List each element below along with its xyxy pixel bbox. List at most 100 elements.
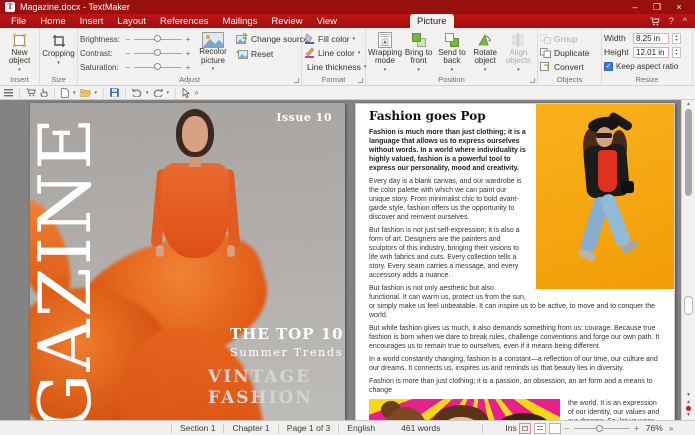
recolor-picture-button[interactable]: Recolor picture ▾ xyxy=(192,32,234,74)
convert-button[interactable]: Convert xyxy=(540,60,599,73)
contrast-slider[interactable]: Contrast: – + xyxy=(80,46,192,60)
status-insert-mode[interactable]: Ins xyxy=(505,423,516,433)
maximize-button[interactable]: ❐ xyxy=(646,0,668,14)
position-dialog-launcher[interactable] xyxy=(530,78,535,83)
view-page-layout-button[interactable] xyxy=(519,423,531,434)
tab-view[interactable]: View xyxy=(310,14,344,28)
status-word-count[interactable]: 461 words xyxy=(401,423,440,433)
new-document-icon[interactable] xyxy=(61,88,69,98)
scrollbar-thumb[interactable] xyxy=(685,109,692,196)
new-object-button[interactable]: New object ▾ xyxy=(2,30,37,74)
tab-mailings[interactable]: Mailings xyxy=(216,14,265,28)
zoom-slider[interactable] xyxy=(574,424,630,433)
touch-mode-icon[interactable] xyxy=(40,88,48,97)
status-bar: Section 1 Chapter 1 Page 1 of 3 English … xyxy=(0,420,695,435)
cover-masthead: MAGAZINE xyxy=(30,103,100,420)
cart-icon[interactable] xyxy=(26,88,36,97)
minimize-button[interactable]: – xyxy=(624,0,646,14)
vertical-scrollbar[interactable]: ▲ ▼ ▲ ▼ xyxy=(681,100,695,420)
article-closing-lead[interactable]: Fashion is more than just clothing; it i… xyxy=(369,377,662,395)
view-fullscreen-button[interactable] xyxy=(549,423,561,434)
scroll-up-arrow-icon[interactable]: ▲ xyxy=(682,101,695,107)
cropping-button[interactable]: Cropping ▾ xyxy=(42,30,75,74)
help-icon[interactable]: ? xyxy=(669,14,674,28)
height-stepper[interactable]: ▲ ▼ xyxy=(672,47,681,58)
change-source-icon xyxy=(236,33,248,44)
view-continuous-button[interactable] xyxy=(534,423,546,434)
keep-aspect-checkbox[interactable]: ✓ xyxy=(604,62,613,71)
tab-references[interactable]: References xyxy=(153,14,216,28)
fill-color-button[interactable]: Fill color ▾ xyxy=(304,32,363,45)
cover-feature-subtitle: Summer Trends xyxy=(230,345,344,359)
cart-icon[interactable] xyxy=(650,17,660,26)
close-button[interactable]: × xyxy=(668,0,690,14)
chevron-down-icon: ▾ xyxy=(384,66,387,75)
line-thickness-button[interactable]: Line thickness ▾ xyxy=(304,60,363,73)
ribbon-group-position: Wrapping mode ▾ Bring to front ▾ xyxy=(366,28,538,85)
browse-next-icon[interactable]: ▼ xyxy=(686,412,691,418)
save-icon[interactable] xyxy=(110,88,119,97)
tab-picture-active[interactable]: Picture xyxy=(410,14,454,28)
brightness-slider[interactable]: Brightness: – + xyxy=(80,32,192,46)
width-stepper[interactable]: ▲ ▼ xyxy=(672,33,681,44)
tab-layout[interactable]: Layout xyxy=(110,14,153,28)
window-title: Magazine.docx - TextMaker xyxy=(20,2,130,12)
duplicate-icon xyxy=(540,48,551,58)
tab-home[interactable]: Home xyxy=(33,14,72,28)
group-label-position: Position xyxy=(366,75,537,84)
tab-insert[interactable]: Insert xyxy=(73,14,111,28)
line-color-button[interactable]: Line color ▾ xyxy=(304,46,363,59)
contrast-thumb[interactable] xyxy=(154,49,161,56)
brightness-thumb[interactable] xyxy=(154,35,161,42)
status-section[interactable]: Section 1 xyxy=(180,423,215,433)
cover-feature-block: THE TOP 10 Summer Trends xyxy=(230,325,344,359)
toolbar-overflow-icon[interactable]: » xyxy=(194,88,198,97)
page-article[interactable]: Fashion goes Pop Fashion is much more th… xyxy=(355,103,675,420)
ribbon-group-format: Fill color ▾ Line color ▾ xyxy=(302,28,366,85)
reset-picture-button[interactable]: Reset xyxy=(236,47,309,60)
status-chapter[interactable]: Chapter 1 xyxy=(232,423,269,433)
status-overflow-icon[interactable]: » xyxy=(669,424,673,433)
article-paragraph[interactable]: But while fashion gives us much, it also… xyxy=(369,324,662,351)
open-folder-icon[interactable] xyxy=(80,88,91,97)
zoom-in-button[interactable]: + xyxy=(633,424,641,433)
status-page[interactable]: Page 1 of 3 xyxy=(287,423,330,433)
scroll-down-arrow-icon[interactable]: ▼ xyxy=(686,392,691,398)
photo-pop-art[interactable] xyxy=(369,399,560,420)
sidebar-toggle-icon[interactable] xyxy=(4,89,13,97)
article-paragraph[interactable]: In a world constantly changing, fashion … xyxy=(369,355,662,373)
pointer-icon[interactable] xyxy=(182,88,190,98)
height-input[interactable] xyxy=(633,47,669,58)
browse-previous-icon[interactable]: ▲ xyxy=(686,399,691,405)
status-language[interactable]: English xyxy=(347,423,375,433)
align-objects-button[interactable]: Align objects ▾ xyxy=(502,30,535,74)
zoom-slider-thumb[interactable] xyxy=(596,425,603,432)
format-dialog-launcher[interactable] xyxy=(358,78,363,83)
bring-to-front-button[interactable]: Bring to front ▾ xyxy=(402,30,435,74)
article-closing-wrap[interactable]: the world. It is an expression of our id… xyxy=(568,399,662,420)
wrapping-mode-button[interactable]: Wrapping mode ▾ xyxy=(368,30,402,74)
duplicate-button[interactable]: Duplicate xyxy=(540,46,599,59)
zoom-level[interactable]: 76% xyxy=(646,423,663,433)
rotate-object-button[interactable]: Rotate object ▾ xyxy=(469,30,502,74)
document-canvas[interactable]: MAGAZINE Issue 10 THE TOP 10 Summer Tren… xyxy=(0,100,695,420)
tab-file[interactable]: File xyxy=(4,14,33,28)
send-to-back-button[interactable]: Send to back ▾ xyxy=(435,30,468,74)
photo-jumping-girl[interactable] xyxy=(536,104,674,289)
tab-review[interactable]: Review xyxy=(264,14,309,28)
group-objects-button[interactable]: Group xyxy=(540,32,599,45)
zoom-out-button[interactable]: – xyxy=(563,424,571,433)
browse-target-icon[interactable] xyxy=(686,406,691,411)
collapse-ribbon-icon[interactable]: ^ xyxy=(683,14,687,28)
split-view-handle[interactable] xyxy=(684,296,693,315)
saturation-slider[interactable]: Saturation: – + xyxy=(80,60,192,74)
redo-icon[interactable] xyxy=(153,88,163,97)
page-magazine-cover[interactable]: MAGAZINE Issue 10 THE TOP 10 Summer Tren… xyxy=(30,103,345,420)
change-source-button[interactable]: Change source xyxy=(236,32,309,45)
article-paragraph[interactable]: But fashion is not only aesthetic but al… xyxy=(369,284,662,320)
width-input[interactable] xyxy=(633,33,669,44)
undo-icon[interactable] xyxy=(132,88,142,97)
adjust-dialog-launcher[interactable] xyxy=(294,78,299,83)
chevron-down-icon: ▾ xyxy=(212,65,215,74)
saturation-thumb[interactable] xyxy=(154,63,161,70)
